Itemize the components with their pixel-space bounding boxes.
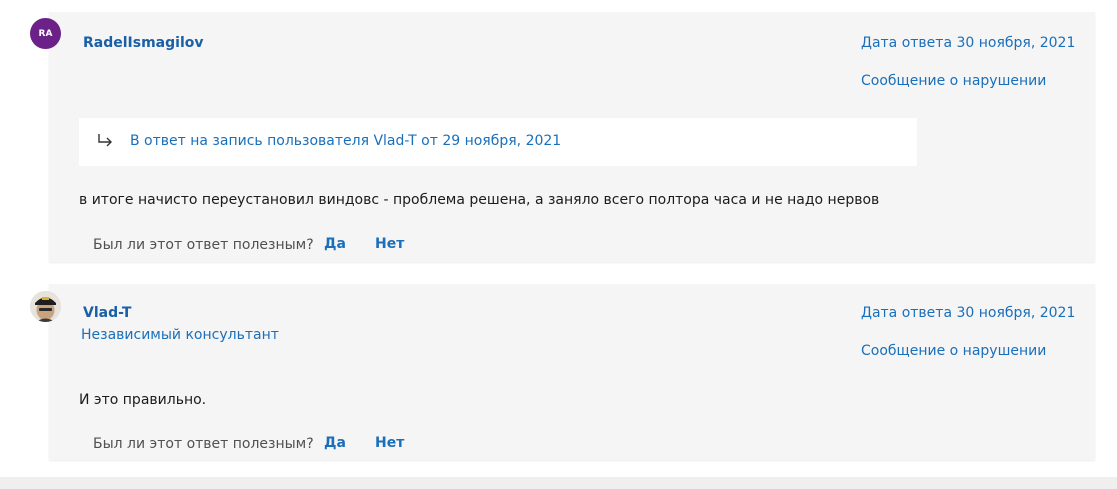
reply-body: в итоге начисто переустановил виндовс - … <box>79 192 880 208</box>
reply-date[interactable]: Дата ответа 30 ноября, 2021 <box>861 35 1075 51</box>
helpful-yes-button[interactable]: Да <box>324 435 346 451</box>
report-abuse-link[interactable]: Сообщение о нарушении <box>861 73 1046 89</box>
page-footer-band <box>0 477 1117 489</box>
in-reply-to-link[interactable]: В ответ на запись пользователя Vlad-T от… <box>130 133 561 149</box>
report-abuse-link[interactable]: Сообщение о нарушении <box>861 343 1046 359</box>
helpful-yes-button[interactable]: Да <box>324 236 346 252</box>
user-photo-icon <box>30 291 61 322</box>
author-name[interactable]: Vlad-T <box>83 305 131 321</box>
avatar-initials: RA <box>38 28 53 39</box>
in-reply-to-box: В ответ на запись пользователя Vlad-T от… <box>79 118 917 166</box>
reply-body: И это правильно. <box>79 392 207 408</box>
reply-card: Vlad-T Независимый консультант Дата отве… <box>49 284 1095 460</box>
avatar[interactable] <box>30 291 61 322</box>
author-name[interactable]: RadelIsmagilov <box>83 35 203 51</box>
avatar[interactable]: RA <box>30 18 61 49</box>
reply-date[interactable]: Дата ответа 30 ноября, 2021 <box>861 305 1075 321</box>
reply-card: RadelIsmagilov Дата ответа 30 ноября, 20… <box>49 12 1095 262</box>
author-role: Независимый консультант <box>81 327 279 343</box>
helpful-question: Был ли этот ответ полезным? <box>93 237 314 253</box>
helpful-no-button[interactable]: Нет <box>375 435 404 451</box>
helpful-question: Был ли этот ответ полезным? <box>93 436 314 452</box>
reply-arrow-icon <box>98 134 112 147</box>
helpful-no-button[interactable]: Нет <box>375 236 404 252</box>
